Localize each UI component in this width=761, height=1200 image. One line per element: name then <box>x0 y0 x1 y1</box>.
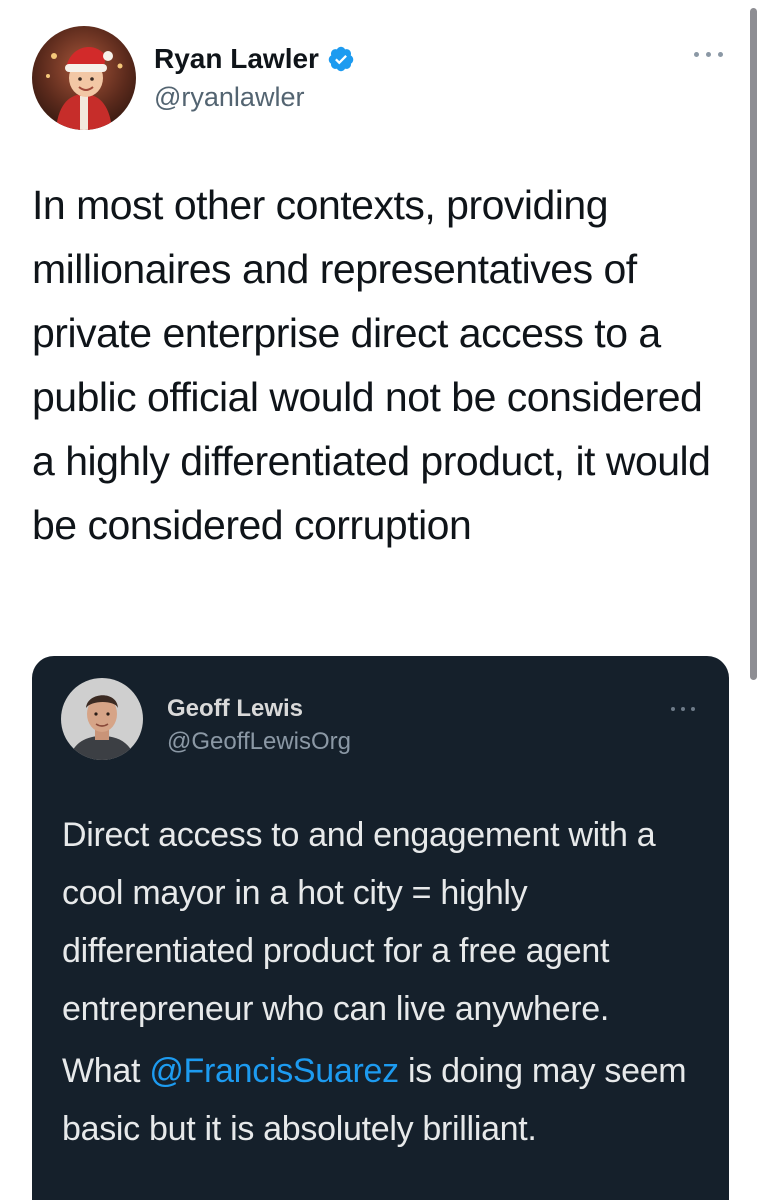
quoted-avatar-image <box>61 678 143 760</box>
tweet-view: Ryan Lawler @ryanlawler In most other co… <box>0 0 761 1200</box>
author-avatar[interactable] <box>32 26 136 130</box>
quoted-more-options-icon[interactable] <box>671 702 697 716</box>
quoted-author-name[interactable]: Geoff Lewis <box>167 694 303 724</box>
mention-link[interactable]: @FrancisSuarez <box>149 1052 399 1090</box>
avatar-image <box>32 26 136 130</box>
author-handle[interactable]: @ryanlawler <box>154 80 304 114</box>
quoted-tweet-paragraph-2: What @FrancisSuarez is doing may seem ba… <box>62 1042 712 1158</box>
scrollbar[interactable] <box>750 8 757 680</box>
quoted-tweet-paragraph-1: Direct access to and engagement with a c… <box>62 816 656 1028</box>
quoted-tweet-card[interactable]: Geoff Lewis @GeoffLewisOrg Direct access… <box>32 656 729 1200</box>
verified-badge-icon <box>328 46 354 72</box>
quoted-author-avatar[interactable] <box>61 678 143 760</box>
more-options-icon[interactable] <box>694 44 724 64</box>
tweet-text: In most other contexts, providing millio… <box>32 182 711 548</box>
quoted-author-handle[interactable]: @GeoffLewisOrg <box>167 727 351 757</box>
author-name[interactable]: Ryan Lawler <box>154 42 319 76</box>
quoted-text-prefix: What <box>62 1052 150 1090</box>
author-name-row[interactable]: Ryan Lawler <box>154 42 355 76</box>
